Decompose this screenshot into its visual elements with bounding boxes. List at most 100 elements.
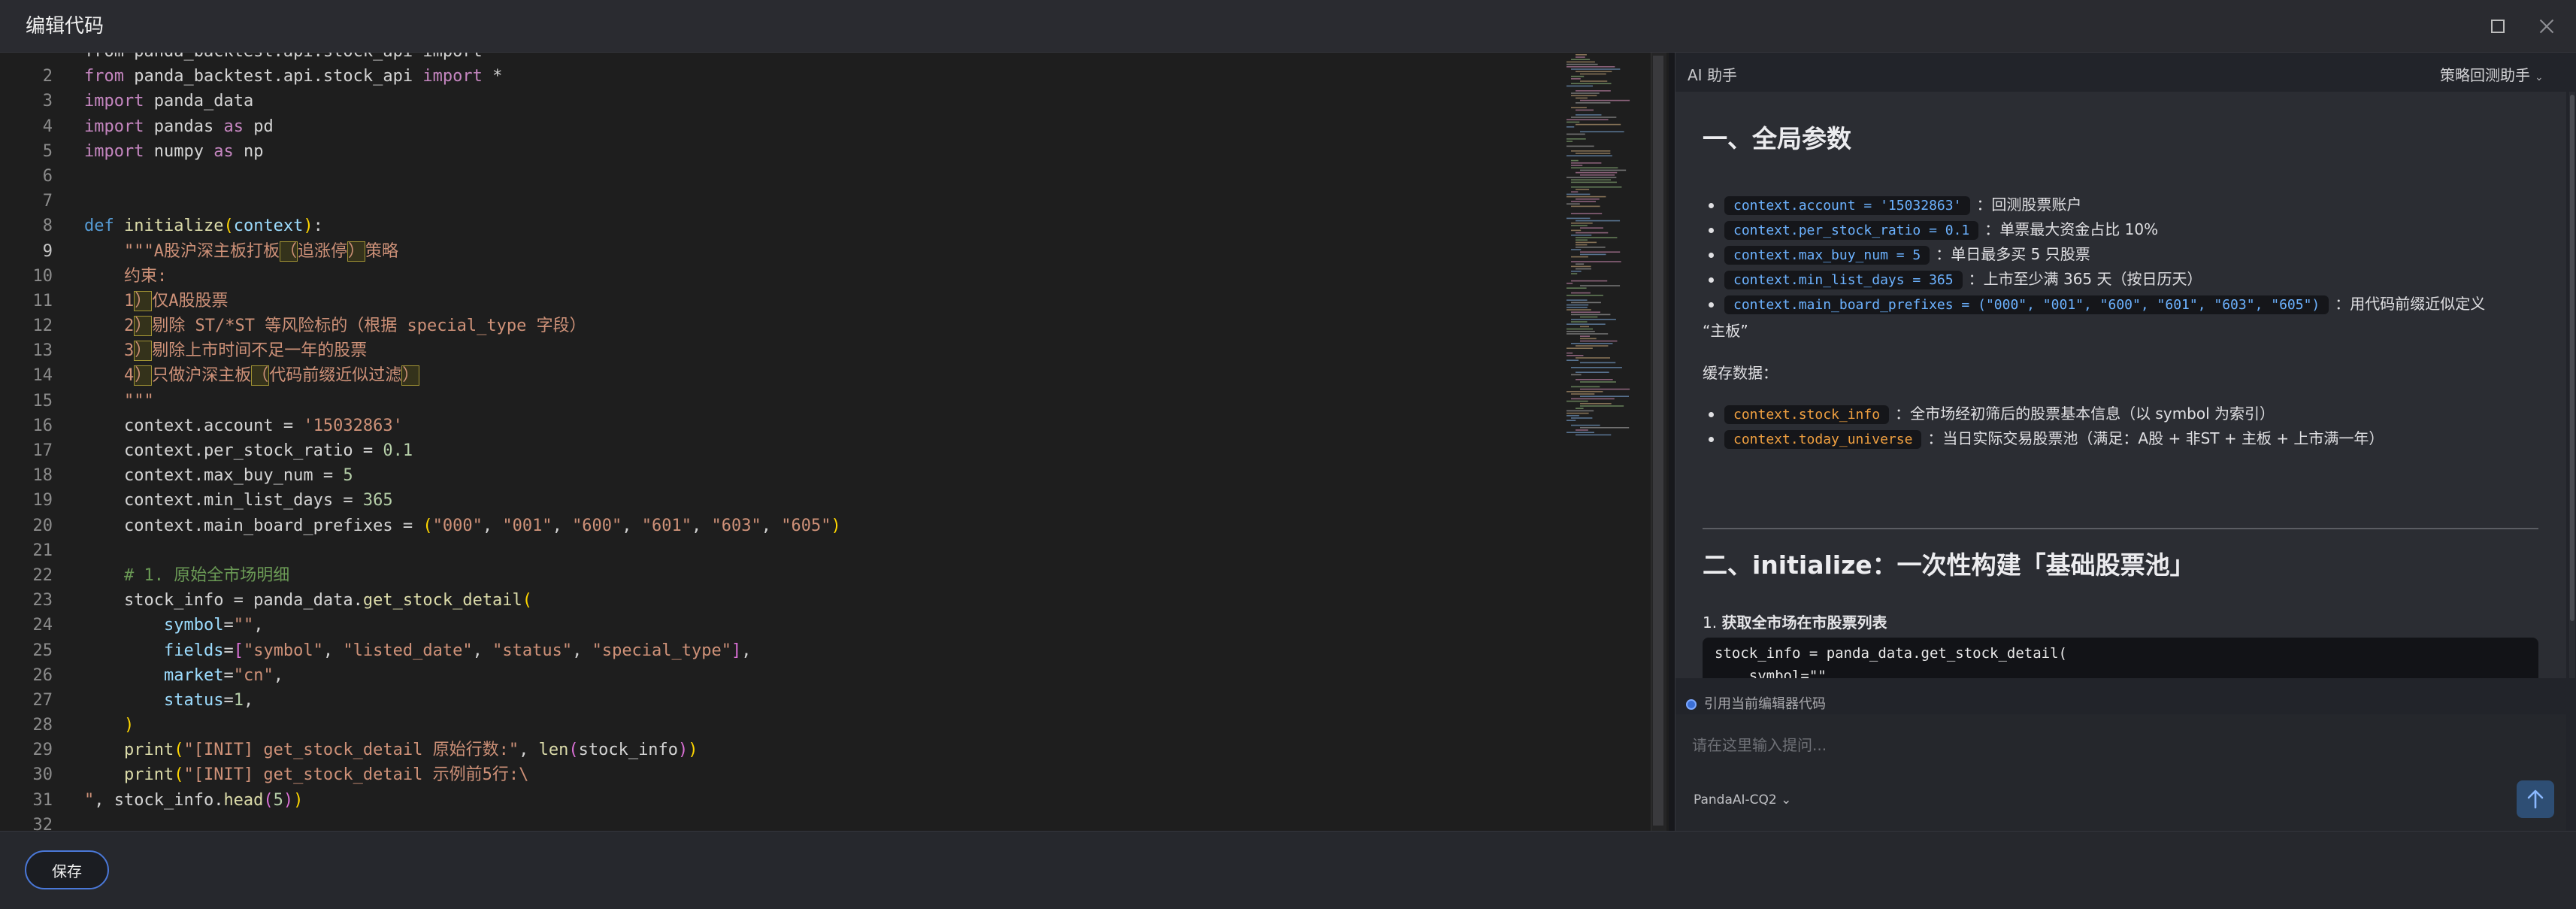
code-line[interactable]: 4 import pandas as pd: [0, 114, 1563, 139]
minimap-line: [1566, 287, 1587, 289]
chat-scroll-thumb[interactable]: [2570, 95, 2574, 621]
code-line[interactable]: 30 print("[INIT] get_stock_detail 示例前5行:…: [0, 762, 1563, 787]
minimap-line: [1571, 321, 1588, 323]
code-text: context.per_stock_ratio = 0.1: [123, 441, 413, 460]
line-number: 13: [32, 341, 53, 361]
minimap-line: [1580, 131, 1624, 132]
editor-minimap[interactable]: [1563, 53, 1646, 831]
code-line[interactable]: 12 2）剔除 ST/*ST 等风险标的（根据 special_type 字段）: [0, 314, 1563, 338]
minimap-line: [1566, 63, 1598, 65]
minimap-line: [1571, 367, 1622, 368]
code-line[interactable]: 13 3）剔除上市时间不足一年的股票: [0, 338, 1563, 363]
step-heading: 1. 获取全市场在市股票列表: [1703, 614, 1887, 632]
code-line[interactable]: 32: [0, 813, 1563, 831]
line-number: 4: [42, 117, 53, 136]
line-number: 24: [32, 616, 53, 635]
line-number: 26: [32, 665, 53, 685]
minimap-line: [1571, 261, 1621, 262]
code-line[interactable]: 18 context.max_buy_num = 5: [0, 463, 1563, 488]
reference-editor-toggle[interactable]: 引用当前编辑器代码: [1686, 693, 1826, 713]
minimap-line: [1576, 379, 1613, 380]
editor-scroll-thumb[interactable]: [1653, 56, 1663, 826]
line-number: 10: [32, 266, 53, 286]
code-line[interactable]: 29 print("[INIT] get_stock_detail 原始行数:"…: [0, 738, 1563, 762]
code-line[interactable]: 21: [0, 538, 1563, 563]
code-text: """A股沪深主板打板（追涨停）策略: [123, 241, 399, 262]
minimap-line: [1580, 427, 1630, 429]
code-line[interactable]: 3 import panda_data: [0, 89, 1563, 114]
minimap-line: [1566, 359, 1579, 361]
code-editor[interactable]: from panda_backtest.api.stock_api import…: [0, 53, 1669, 831]
minimap-line: [1566, 323, 1606, 325]
maximize-icon[interactable]: [2488, 17, 2508, 36]
minimap-line: [1576, 429, 1588, 431]
code-line[interactable]: 27 status=1,: [0, 688, 1563, 713]
code-line[interactable]: 6: [0, 164, 1563, 189]
code-text: ): [123, 716, 135, 735]
minimap-line: [1566, 415, 1579, 417]
code-line[interactable]: 24 symbol="",: [0, 613, 1563, 638]
code-line[interactable]: 8 def initialize(context):: [0, 214, 1563, 238]
minimap-line: [1576, 244, 1588, 246]
minimap-line: [1571, 107, 1587, 108]
minimap-line: [1580, 388, 1630, 390]
close-icon[interactable]: [2537, 17, 2556, 36]
code-line[interactable]: 28 ): [0, 713, 1563, 738]
line-number: 16: [32, 416, 53, 435]
minimap-line: [1576, 237, 1618, 238]
line-number: 18: [32, 466, 53, 486]
minimap-line: [1580, 326, 1590, 328]
minimap-line: [1566, 347, 1593, 349]
minimap-line: [1571, 398, 1615, 400]
code-line[interactable]: 11 1）仅A股股票: [0, 289, 1563, 314]
minimap-line: [1580, 395, 1629, 397]
minimap-line: [1580, 251, 1621, 253]
line-number: 8: [42, 217, 53, 236]
minimap-line: [1566, 283, 1573, 284]
code-line[interactable]: from panda_backtest.api.stock_api import…: [0, 53, 1563, 64]
assistant-mode-dropdown[interactable]: 策略回测助手 ⌄: [2440, 63, 2544, 85]
code-text: 4）只做沪深主板（代码前缀近似过滤）: [123, 365, 420, 386]
code-line[interactable]: 16 context.account = '15032863': [0, 414, 1563, 438]
code-line[interactable]: 23 stock_info = panda_data.get_stock_det…: [0, 588, 1563, 613]
model-dropdown[interactable]: PandaAI-CQ2 ⌄: [1694, 792, 1791, 807]
prompt-input[interactable]: [1691, 731, 2445, 759]
code-line[interactable]: 14 4）只做沪深主板（代码前缀近似过滤）: [0, 363, 1563, 388]
list-item-continuation: “主板”: [1703, 322, 1748, 340]
minimap-line: [1571, 249, 1582, 250]
minimap-line: [1576, 71, 1612, 72]
minimap-line: [1566, 61, 1595, 63]
code-line[interactable]: 19 context.min_list_days = 365: [0, 488, 1563, 513]
code-text: import pandas as pd: [84, 117, 274, 136]
code-line[interactable]: 10 约束:: [0, 264, 1563, 289]
dialog-footer: 保存: [0, 831, 2576, 909]
minimap-line: [1566, 133, 1585, 135]
code-line[interactable]: 9 """A股沪深主板打板（追涨停）策略: [0, 239, 1563, 264]
chat-messages[interactable]: 一、全局参数 context.account = '15032863' ：回测股票…: [1675, 92, 2566, 678]
save-button[interactable]: 保存: [25, 850, 109, 889]
code-text: print("[INIT] get_stock_detail 示例前5行:\: [123, 765, 529, 785]
code-line[interactable]: 7: [0, 189, 1563, 214]
minimap-line: [1571, 292, 1591, 294]
code-line[interactable]: 25 fields=["symbol", "listed_date", "sta…: [0, 638, 1563, 663]
line-number: 12: [32, 317, 53, 336]
code-line[interactable]: 17 context.per_stock_ratio = 0.1: [0, 438, 1563, 463]
code-line[interactable]: 2 from panda_backtest.api.stock_api impor…: [0, 64, 1563, 89]
code-snippet: stock_info = panda_data.get_stock_detail…: [1703, 638, 2538, 678]
code-text: stock_info = panda_data.get_stock_detail…: [123, 591, 533, 611]
code-lines[interactable]: from panda_backtest.api.stock_api import…: [0, 53, 1563, 831]
code-line[interactable]: 20 context.main_board_prefixes = ("000",…: [0, 514, 1563, 538]
minimap-line: [1571, 223, 1593, 224]
code-line[interactable]: 5 import numpy as np: [0, 139, 1563, 164]
minimap-line: [1571, 191, 1579, 192]
code-line[interactable]: 15 """: [0, 389, 1563, 414]
code-line[interactable]: 31 ", stock_info.head(5)): [0, 788, 1563, 813]
minimap-line: [1576, 263, 1585, 265]
line-number: 2: [42, 67, 53, 86]
code-line[interactable]: 26 market="cn",: [0, 663, 1563, 688]
send-button[interactable]: [2517, 780, 2554, 818]
minimap-line: [1580, 253, 1606, 256]
minimap-line: [1566, 121, 1580, 123]
code-line[interactable]: 22 # 1. 原始全市场明细: [0, 563, 1563, 588]
code-text: market="cn",: [163, 665, 283, 685]
